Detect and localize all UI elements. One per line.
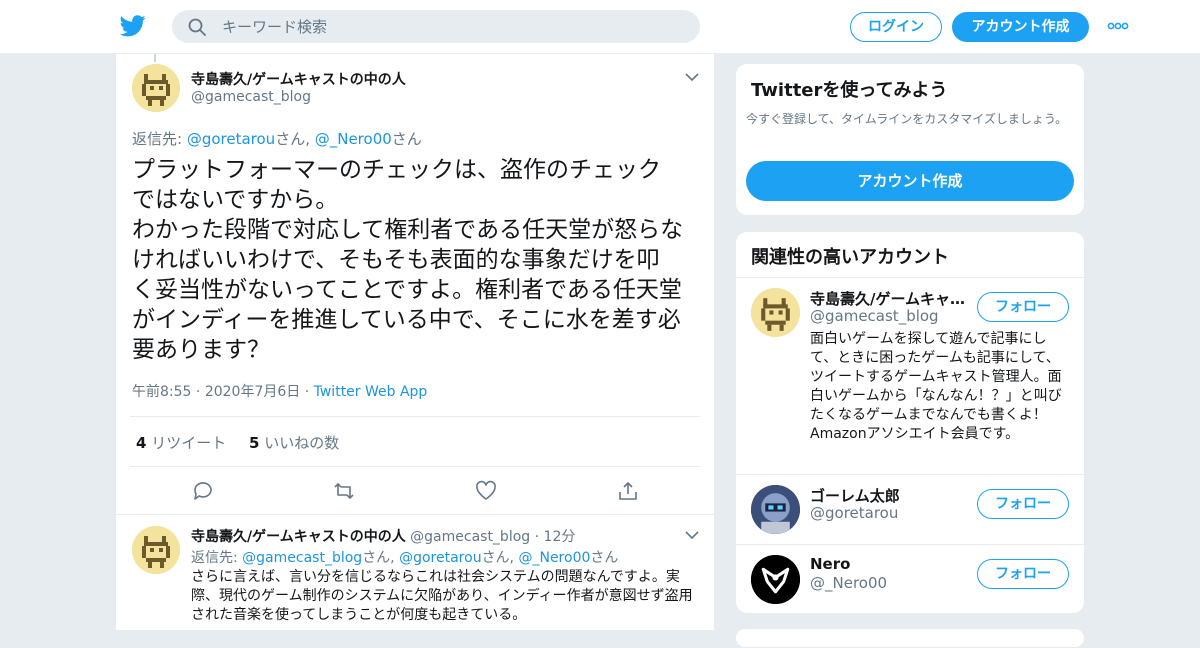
promo-subtitle: 今すぐ登録して、タイムラインをカスタマイズしましょう。 (746, 112, 1068, 126)
reply-icon[interactable] (192, 480, 214, 502)
follow-button[interactable]: フォロー (977, 489, 1069, 519)
retweet-count: 4 (136, 434, 147, 452)
next-sidebar-card (735, 628, 1085, 648)
divider (130, 416, 700, 417)
divider (130, 466, 700, 467)
reply-tweet-age[interactable]: 12分 (544, 529, 576, 545)
pixel-creature-icon (132, 526, 180, 574)
separator-dot: · (534, 529, 540, 545)
share-icon[interactable] (617, 480, 639, 502)
author-handle[interactable]: @gamecast_blog (191, 89, 311, 105)
emblem-logo-icon (751, 555, 800, 604)
top-navigation-bar: ログイン アカウント作成 (0, 0, 1200, 54)
reply-tweet-header: 寺島壽久/ゲームキャストの中の人 @gamecast_blog · 12分 (191, 526, 575, 546)
author-name[interactable]: 寺島壽久/ゲームキャストの中の人 (191, 69, 406, 89)
like-stat[interactable]: 5 いいねの数 (249, 434, 339, 452)
tweet-stats: 4 リツイート 5 いいねの数 (136, 432, 339, 453)
like-icon[interactable] (475, 480, 497, 502)
reply-tweet-text: さらに言えば、言い分を信じるならこれは社会システムの問題なんですよ。実際、現代の… (191, 569, 693, 623)
author-avatar[interactable] (132, 64, 180, 112)
tweet-source-link[interactable]: Twitter Web App (314, 384, 428, 400)
related-accounts-title: 関連性の高いアカウント (751, 247, 949, 268)
san-suffix: さん, (362, 550, 400, 566)
account-handle[interactable]: @goretarou (810, 504, 898, 522)
promo-title: Twitterを使ってみよう (751, 80, 948, 101)
account-name[interactable]: ゴーレム太郎 (810, 485, 900, 506)
reply-to-label: 返信先: (191, 550, 243, 566)
account-avatar[interactable] (751, 485, 800, 534)
tweet-metadata: 午前8:55 · 2020年7月6日 · Twitter Web App (132, 384, 428, 400)
reply-to-line: 返信先: @gamecast_blogさん, @goretarouさん, @_N… (191, 547, 618, 567)
san-suffix: さん, (275, 130, 315, 148)
divider (736, 544, 1084, 545)
mention-link[interactable]: @gamecast_blog (242, 550, 362, 566)
thread-connector-line (154, 54, 156, 62)
san-suffix: さん (590, 550, 619, 566)
tweet-time[interactable]: 午前8:55 (132, 384, 191, 400)
account-avatar[interactable] (751, 288, 800, 337)
san-suffix: さん (391, 130, 422, 148)
retweet-stat[interactable]: 4 リツイート (136, 434, 226, 452)
search-icon (188, 18, 206, 36)
san-suffix: さん, (481, 550, 519, 566)
follow-button[interactable]: フォロー (977, 559, 1069, 589)
divider (116, 514, 714, 515)
tweet-detail-column: 寺島壽久/ゲームキャストの中の人 @gamecast_blog 返信先: @go… (115, 54, 715, 630)
pixel-creature-icon (751, 288, 800, 337)
tweet-date[interactable]: 2020年7月6日 (205, 384, 300, 400)
like-stat-label: いいねの数 (264, 434, 340, 452)
login-button[interactable]: ログイン (850, 12, 942, 42)
robot-figure-icon (751, 485, 800, 534)
account-name[interactable]: 寺島壽久/ゲームキャ… (810, 288, 965, 309)
divider (736, 474, 1084, 475)
follow-button[interactable]: フォロー (977, 292, 1069, 322)
signup-button[interactable]: アカウント作成 (952, 12, 1089, 42)
reply-author-avatar[interactable] (132, 526, 180, 574)
mention-link[interactable]: @goretarou (399, 550, 481, 566)
account-avatar[interactable] (751, 555, 800, 604)
promo-signup-button[interactable]: アカウント作成 (746, 161, 1074, 201)
retweet-stat-label: リツイート (151, 434, 227, 452)
reply-to-line: 返信先: @goretarouさん, @_Nero00さん (132, 128, 422, 149)
reply-author-handle[interactable]: @gamecast_blog (410, 529, 530, 545)
reply-to-label: 返信先: (132, 130, 187, 148)
twitter-logo-icon[interactable] (120, 14, 146, 38)
related-accounts-card: 関連性の高いアカウント 寺島壽久/ゲームキャ… @gamecast_blog フ… (735, 231, 1085, 614)
like-count: 5 (249, 434, 260, 452)
retweet-icon[interactable] (333, 480, 355, 502)
chevron-down-icon[interactable] (685, 530, 699, 540)
search-input[interactable] (222, 10, 682, 43)
search-box (172, 10, 700, 43)
account-bio: 面白いゲームを探して遊んで記事にして、ときに困ったゲームも記事にして、ツイートす… (810, 331, 1062, 442)
pixel-creature-icon (132, 64, 180, 112)
chevron-down-icon[interactable] (685, 72, 699, 82)
mention-link[interactable]: @_Nero00 (518, 550, 590, 566)
account-name[interactable]: Nero (810, 555, 850, 573)
account-handle[interactable]: @gamecast_blog (810, 307, 939, 325)
signup-promo-card: Twitterを使ってみよう 今すぐ登録して、タイムラインをカスタマイズしましょ… (735, 63, 1085, 216)
mention-link[interactable]: @_Nero00 (315, 130, 392, 148)
tweet-text: プラットフォーマーのチェックは、盗作のチェック ではないですから。 わかった段階… (132, 157, 684, 363)
divider (736, 277, 1084, 278)
account-handle[interactable]: @_Nero00 (810, 574, 887, 592)
reply-author-name[interactable]: 寺島壽久/ゲームキャストの中の人 (191, 529, 406, 545)
more-options-icon[interactable] (1104, 18, 1132, 34)
mention-link[interactable]: @goretarou (187, 130, 275, 148)
